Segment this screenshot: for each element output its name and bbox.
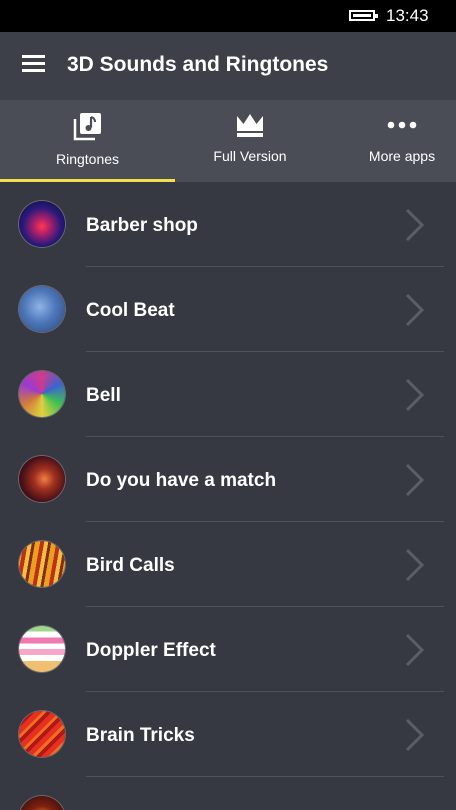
list-item[interactable]: Bell: [0, 352, 456, 437]
music-library-icon: [73, 113, 101, 141]
ringtone-title: Barber shop: [86, 215, 198, 236]
ringtone-title: Cool Beat: [86, 300, 175, 321]
ringtone-title: Brain Tricks: [86, 725, 195, 746]
chevron-right-icon: [405, 633, 425, 667]
tab-label: Ringtones: [55, 151, 120, 167]
ringtone-thumbnail: [19, 456, 65, 502]
status-clock: 13:43: [386, 6, 429, 25]
tab-more-apps[interactable]: More apps: [345, 100, 456, 182]
ringtone-thumbnail: [19, 286, 65, 332]
chevron-right-icon: [405, 378, 425, 412]
chevron-right-icon: [405, 208, 425, 242]
ringtone-title: Bell: [86, 385, 121, 406]
chevron-right-icon: [405, 463, 425, 497]
list-item[interactable]: Bird Calls: [0, 522, 456, 607]
list-item[interactable]: [0, 777, 456, 810]
ringtone-thumbnail: [19, 371, 65, 417]
more-dots-icon: [387, 121, 417, 129]
app-bar: 3D Sounds and Ringtones: [0, 32, 456, 100]
chevron-right-icon: [405, 293, 425, 327]
tab-ringtones[interactable]: Ringtones: [0, 100, 175, 182]
ringtone-thumbnail: [19, 796, 65, 810]
battery-full-icon: [349, 10, 378, 21]
list-item[interactable]: Doppler Effect: [0, 607, 456, 692]
ringtone-thumbnail: [19, 711, 65, 757]
app-title: 3D Sounds and Ringtones: [67, 53, 329, 76]
list-item[interactable]: Brain Tricks: [0, 692, 456, 777]
ringtone-title: Do you have a match: [86, 470, 277, 491]
ringtone-thumbnail: [19, 541, 65, 587]
tab-label: Full Version: [213, 148, 287, 164]
ringtone-title: Doppler Effect: [86, 640, 216, 661]
tab-full-version[interactable]: Full Version: [175, 100, 325, 182]
ringtone-thumbnail: [19, 201, 65, 247]
tab-bar: Ringtones Full Version More apps: [0, 100, 456, 182]
status-bar: 13:43: [0, 0, 456, 32]
list-item[interactable]: Do you have a match: [0, 437, 456, 522]
crown-icon: [237, 114, 263, 137]
list-item[interactable]: Barber shop: [0, 182, 456, 267]
tab-label: More apps: [368, 148, 436, 164]
chevron-right-icon: [405, 548, 425, 582]
hamburger-menu-icon[interactable]: [22, 55, 45, 73]
ringtone-title: Bird Calls: [86, 555, 175, 576]
ringtone-thumbnail: [19, 626, 65, 672]
chevron-right-icon: [405, 718, 425, 752]
list-item[interactable]: Cool Beat: [0, 267, 456, 352]
